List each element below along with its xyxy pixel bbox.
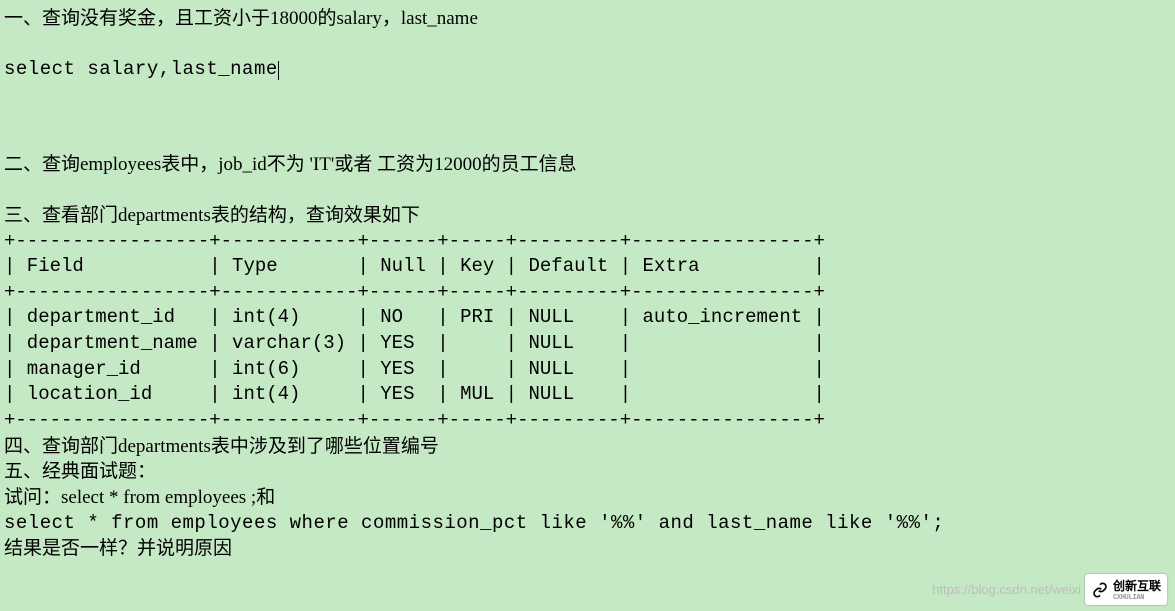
question-2-title: 二、查询employees表中，job_id不为 'IT'或者 工资为12000… [4,152,1171,178]
watermark-badge-sub: CXHULIAN [1113,594,1161,602]
table-divider-mid: +-----------------+------------+------+-… [4,280,1171,306]
question-3-title: 三、查看部门departments表的结构，查询效果如下 [4,203,1171,229]
document-body: 一、查询没有奖金，且工资小于18000的salary，last_name sel… [0,0,1175,568]
table-header-row: | Field | Type | Null | Key | Default | … [4,254,1171,280]
question-1-title: 一、查询没有奖金，且工资小于18000的salary，last_name [4,6,1171,32]
watermark: https://blog.csdn.net/weixi 创新互联 CXHULIA… [932,574,1167,605]
table-row: | department_name | varchar(3) | YES | |… [4,331,1171,357]
table-row: | manager_id | int(6) | YES | | NULL | | [4,357,1171,383]
question-1-sql: select salary,last_name [4,57,1171,83]
watermark-url: https://blog.csdn.net/weixi [932,582,1081,597]
watermark-badge-text: 创新互联 [1113,579,1161,593]
text-cursor [278,61,279,80]
question-4-title: 四、查询部门departments表中涉及到了哪些位置编号 [4,434,1171,460]
table-row: | department_id | int(4) | NO | PRI | NU… [4,305,1171,331]
link-icon [1091,581,1109,599]
table-divider-top: +-----------------+------------+------+-… [4,229,1171,255]
question-5-line3: 结果是否一样？并说明原因 [4,536,1171,562]
table-row: | location_id | int(4) | YES | MUL | NUL… [4,382,1171,408]
table-divider-bottom: +-----------------+------------+------+-… [4,408,1171,434]
question-5-line1: 试问：select * from employees ;和 [4,485,1171,511]
watermark-badge: 创新互联 CXHULIAN [1085,574,1167,605]
question-5-title: 五、经典面试题： [4,459,1171,485]
question-5-line2: select * from employees where commission… [4,511,1171,537]
